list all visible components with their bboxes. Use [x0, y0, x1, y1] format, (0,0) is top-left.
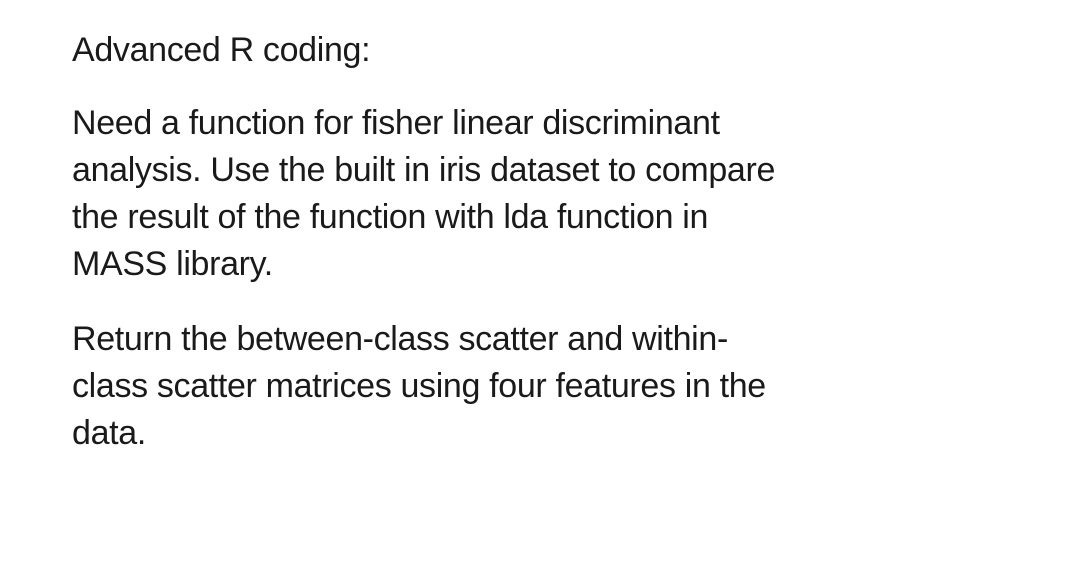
document-paragraph-2: Return the between-class scatter and wit… [72, 316, 792, 457]
document-paragraph-1: Need a function for fisher linear discri… [72, 100, 792, 288]
document-content: Advanced R coding: Need a function for f… [72, 28, 792, 457]
document-heading: Advanced R coding: [72, 28, 792, 72]
